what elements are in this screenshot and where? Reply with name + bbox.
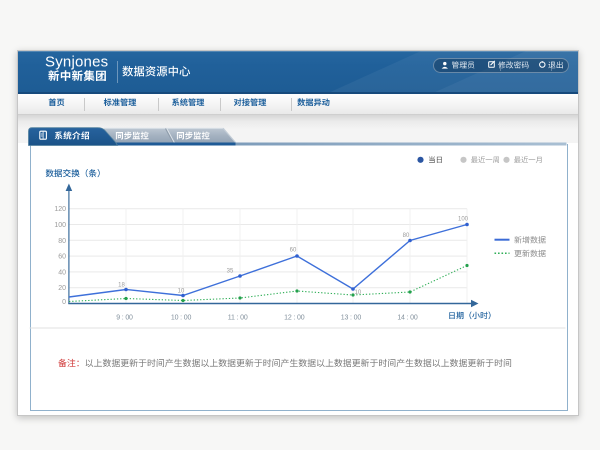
svg-text:Synjones: Synjones	[45, 54, 108, 71]
